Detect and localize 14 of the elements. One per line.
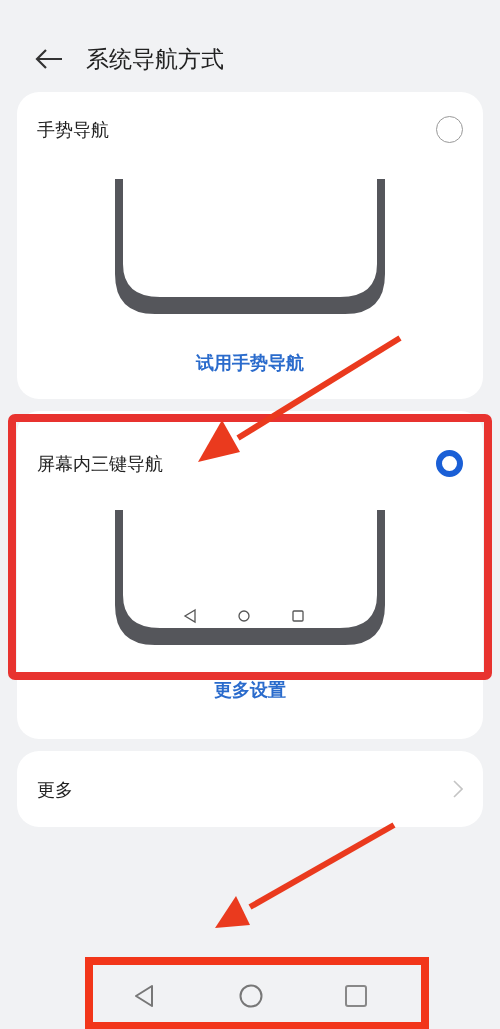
option-label: 屏幕内三键导航 (37, 452, 163, 476)
option-link[interactable]: 更多设置 (214, 676, 286, 703)
chevron-icon (453, 780, 463, 798)
option-label: 手势导航 (37, 118, 109, 142)
recents-icon[interactable] (345, 984, 367, 1007)
option-card[interactable]: 屏幕内三键导航 更多设置 (17, 411, 483, 739)
option-link[interactable]: 试用手势导航 (196, 349, 304, 376)
back-icon[interactable] (34, 48, 64, 70)
page-title: 系统导航方式 (86, 44, 224, 74)
option-card[interactable]: 手势导航 试用手势导航 (17, 92, 483, 399)
home-icon[interactable] (239, 983, 263, 1008)
radio-button[interactable] (436, 450, 463, 477)
more-row[interactable]: 更多 (17, 751, 483, 827)
radio-button[interactable] (436, 116, 463, 143)
